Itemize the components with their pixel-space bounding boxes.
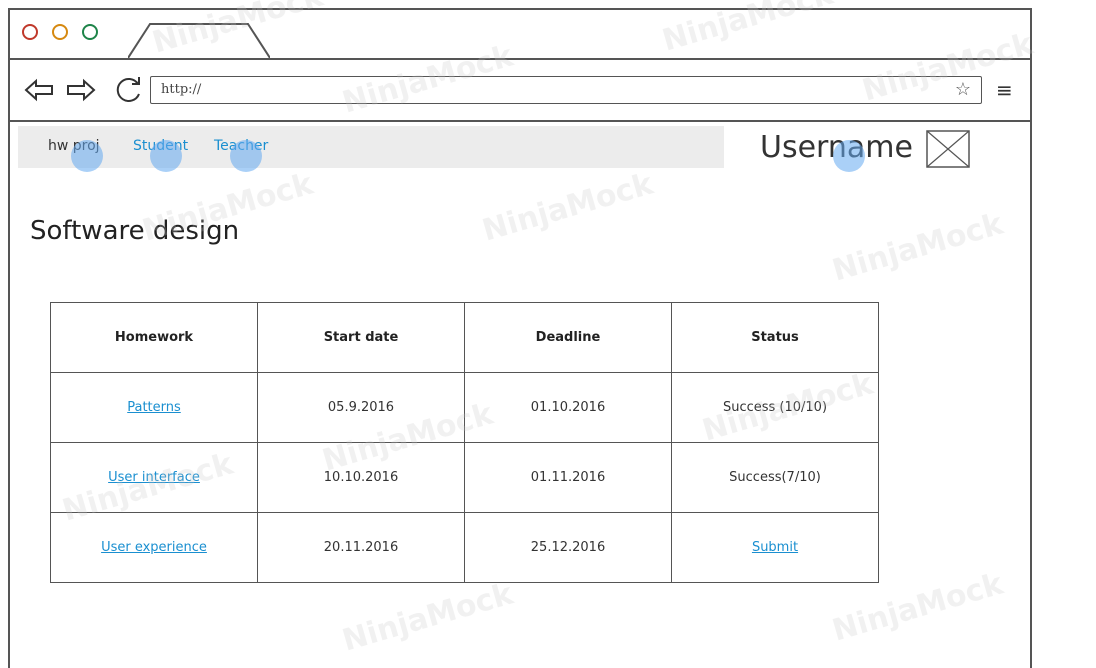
header-status: Status	[671, 302, 879, 373]
browser-menu-icon[interactable]: ≡	[996, 78, 1013, 102]
header-deadline: Deadline	[464, 302, 672, 373]
top-navigation: hw proj Student Teacher	[18, 126, 724, 168]
status-cell: Submit	[671, 512, 879, 583]
back-arrow-icon[interactable]	[24, 78, 54, 102]
browser-tab[interactable]	[128, 22, 270, 58]
status-cell: Success (10/10)	[671, 372, 879, 443]
page-title: Software design	[30, 216, 240, 246]
table-row: User experience 20.11.2016 25.12.2016 Su…	[50, 512, 879, 583]
maximize-window-icon[interactable]	[82, 24, 98, 40]
forward-arrow-icon[interactable]	[66, 78, 96, 102]
homework-link[interactable]: Patterns	[127, 400, 181, 415]
url-input[interactable]: http:// ☆	[150, 76, 982, 104]
start-date-cell: 20.11.2016	[257, 512, 465, 583]
homework-link[interactable]: User interface	[108, 470, 200, 485]
header-homework: Homework	[50, 302, 258, 373]
start-date-cell: 05.9.2016	[257, 372, 465, 443]
deadline-cell: 01.11.2016	[464, 442, 672, 513]
submit-link[interactable]: Submit	[752, 540, 798, 555]
header-start-date: Start date	[257, 302, 465, 373]
minimize-window-icon[interactable]	[52, 24, 68, 40]
click-highlight	[150, 140, 182, 172]
deadline-cell: 25.12.2016	[464, 512, 672, 583]
table-header-row: Homework Start date Deadline Status	[50, 302, 879, 373]
close-window-icon[interactable]	[22, 24, 38, 40]
click-highlight	[230, 140, 262, 172]
bookmark-star-icon[interactable]: ☆	[955, 77, 971, 102]
click-highlight	[833, 140, 865, 172]
homework-link[interactable]: User experience	[101, 540, 207, 555]
homework-cell: User interface	[50, 442, 258, 513]
homework-table: Homework Start date Deadline Status Patt…	[50, 302, 879, 583]
avatar-placeholder-icon[interactable]	[926, 130, 970, 168]
status-cell: Success(7/10)	[671, 442, 879, 513]
table-row: User interface 10.10.2016 01.11.2016 Suc…	[50, 442, 879, 513]
deadline-cell: 01.10.2016	[464, 372, 672, 443]
tab-bar	[10, 10, 1030, 60]
click-highlight	[71, 140, 103, 172]
start-date-cell: 10.10.2016	[257, 442, 465, 513]
homework-cell: Patterns	[50, 372, 258, 443]
homework-cell: User experience	[50, 512, 258, 583]
url-text: http://	[161, 82, 202, 97]
reload-icon[interactable]	[114, 76, 144, 104]
address-bar: http:// ☆ ≡	[10, 58, 1030, 122]
table-row: Patterns 05.9.2016 01.10.2016 Success (1…	[50, 372, 879, 443]
